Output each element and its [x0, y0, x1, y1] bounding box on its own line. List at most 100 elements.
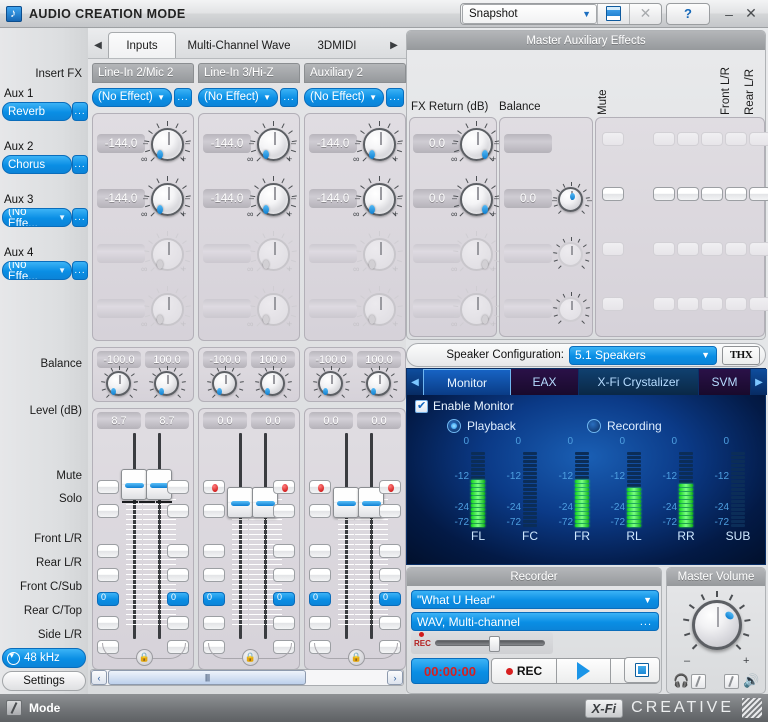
mute-button-right[interactable]	[379, 480, 401, 494]
insert-fx-combo[interactable]: (No Effect) ▼	[92, 87, 172, 107]
master-route-front-lr-row3[interactable]	[653, 242, 675, 256]
link-lock-icon[interactable]: 🔒	[242, 649, 259, 666]
route-rear-ctop-right[interactable]	[167, 616, 189, 630]
insert-fx-options-button[interactable]: ...	[386, 87, 404, 107]
scroll-thumb[interactable]: ||||	[108, 670, 306, 685]
tab-xfi-crystalizer[interactable]: X-Fi Crystalizer	[579, 369, 699, 395]
aux-send-knob[interactable]	[356, 176, 403, 217]
master-route-rear-ctop-row1[interactable]	[725, 132, 747, 146]
aux-2-effect-combo[interactable]: Chorus	[2, 155, 72, 174]
master-mute-row1[interactable]	[602, 132, 624, 146]
recorder-list-button[interactable]	[624, 657, 660, 683]
aux-3-options-button[interactable]: ...	[72, 208, 88, 227]
recorder-source-combo[interactable]: "What U Hear" ▼	[411, 590, 659, 609]
tab-next-arrow[interactable]: ▶	[388, 37, 400, 53]
mute-button-right[interactable]	[273, 480, 295, 494]
master-route-side-lr-row4[interactable]	[749, 297, 768, 311]
master-route-rear-lr-row1[interactable]	[677, 132, 699, 146]
master-route-front-csub-row4[interactable]	[701, 297, 723, 311]
save-snapshot-button[interactable]	[597, 3, 629, 24]
master-route-rear-ctop-row4[interactable]	[725, 297, 747, 311]
aux-send-knob[interactable]	[250, 176, 297, 217]
aux-3-effect-combo[interactable]: (No Effe... ▼	[2, 208, 72, 227]
play-button[interactable]	[557, 658, 611, 684]
route-front-lr-right[interactable]	[379, 544, 401, 558]
mode-label[interactable]: Mode	[29, 701, 60, 715]
route-rear-lr-right[interactable]	[273, 568, 295, 582]
insert-fx-options-button[interactable]: ...	[280, 87, 298, 107]
route-rear-lr-left[interactable]	[203, 568, 225, 582]
close-button[interactable]: ✕	[740, 1, 762, 27]
master-mute-row3[interactable]	[602, 242, 624, 256]
monitor-tab-next[interactable]: ▶	[751, 369, 767, 395]
mute-button-left[interactable]	[203, 480, 225, 494]
balance-knob-left[interactable]	[207, 366, 244, 398]
route-front-lr-right[interactable]	[273, 544, 295, 558]
balance-knob-right[interactable]	[361, 366, 398, 398]
balance-knob-left[interactable]	[101, 366, 138, 398]
fx-return-knob[interactable]	[453, 121, 500, 162]
master-route-front-lr-row4[interactable]	[653, 297, 675, 311]
record-button[interactable]: REC	[491, 658, 557, 684]
link-lock-icon[interactable]: 🔒	[136, 649, 153, 666]
headphone-mute-checkbox[interactable]	[691, 674, 706, 689]
recorder-format-options[interactable]: ...	[640, 616, 652, 628]
tab-inputs[interactable]: Inputs	[108, 32, 176, 59]
recorder-format-combo[interactable]: WAV, Multi-channel ...	[411, 612, 659, 631]
aux-2-options-button[interactable]: ...	[72, 155, 88, 174]
scroll-right-button[interactable]: ›	[387, 670, 403, 685]
master-route-front-csub-row2[interactable]	[701, 187, 723, 201]
delete-snapshot-button[interactable]: ✕	[629, 3, 661, 24]
speaker-mute-checkbox[interactable]	[724, 674, 739, 689]
solo-button-right[interactable]	[273, 504, 295, 518]
master-route-rear-lr-row2[interactable]	[677, 187, 699, 201]
radio-recording[interactable]: Recording	[587, 419, 662, 433]
rec-gain-track[interactable]	[434, 636, 545, 652]
settings-button[interactable]: Settings	[2, 671, 86, 691]
aux-send-knob[interactable]	[356, 121, 403, 162]
snapshot-combo[interactable]: Snapshot ▼	[462, 3, 597, 24]
tab-prev-arrow[interactable]: ◀	[92, 37, 104, 53]
route-rear-ctop-left[interactable]	[203, 616, 225, 630]
master-mute-row4[interactable]	[602, 297, 624, 311]
balance-knob-right[interactable]	[255, 366, 292, 398]
master-route-front-csub-row3[interactable]	[701, 242, 723, 256]
aux-send-knob[interactable]	[144, 121, 191, 162]
route-front-csub-right[interactable]	[273, 592, 295, 606]
thx-button[interactable]: THX	[722, 345, 760, 365]
scroll-left-button[interactable]: ‹	[91, 670, 107, 685]
aux-send-knob[interactable]	[250, 121, 297, 162]
solo-button-left[interactable]	[203, 504, 225, 518]
mute-button-left[interactable]	[97, 480, 119, 494]
mute-button-right[interactable]	[167, 480, 189, 494]
solo-button-right[interactable]	[167, 504, 189, 518]
insert-fx-options-button[interactable]: ...	[174, 87, 192, 107]
rec-gain-slider[interactable]: REC	[411, 631, 553, 654]
level-fader-left[interactable]	[227, 487, 253, 518]
resize-grip[interactable]	[742, 698, 762, 718]
link-lock-icon[interactable]: 🔒	[348, 649, 365, 666]
master-route-front-lr-row1[interactable]	[653, 132, 675, 146]
aux-4-effect-combo[interactable]: (No Effe... ▼	[2, 261, 72, 280]
minimize-button[interactable]: –	[718, 1, 740, 27]
balance-knob-left[interactable]	[313, 366, 350, 398]
insert-fx-combo[interactable]: (No Effect) ▼	[198, 87, 278, 107]
master-route-front-lr-row2[interactable]	[653, 187, 675, 201]
insert-fx-combo[interactable]: (No Effect) ▼	[304, 87, 384, 107]
route-rear-lr-right[interactable]	[379, 568, 401, 582]
route-rear-lr-right[interactable]	[167, 568, 189, 582]
aux-4-options-button[interactable]: ...	[72, 261, 88, 280]
master-route-rear-ctop-row2[interactable]	[725, 187, 747, 201]
solo-button-left[interactable]	[97, 504, 119, 518]
route-front-lr-left[interactable]	[203, 544, 225, 558]
route-front-lr-left[interactable]	[309, 544, 331, 558]
rec-gain-thumb[interactable]	[488, 636, 500, 652]
solo-button-right[interactable]	[379, 504, 401, 518]
tab-multi-channel-wave[interactable]: Multi-Channel Wave	[180, 32, 298, 59]
route-front-lr-right[interactable]	[167, 544, 189, 558]
solo-button-left[interactable]	[309, 504, 331, 518]
speaker-config-combo[interactable]: 5.1 Speakers ▼	[569, 345, 717, 365]
aux-1-effect-combo[interactable]: Reverb	[2, 102, 72, 121]
master-route-rear-lr-row4[interactable]	[677, 297, 699, 311]
monitor-tab-prev[interactable]: ◀	[407, 369, 423, 395]
